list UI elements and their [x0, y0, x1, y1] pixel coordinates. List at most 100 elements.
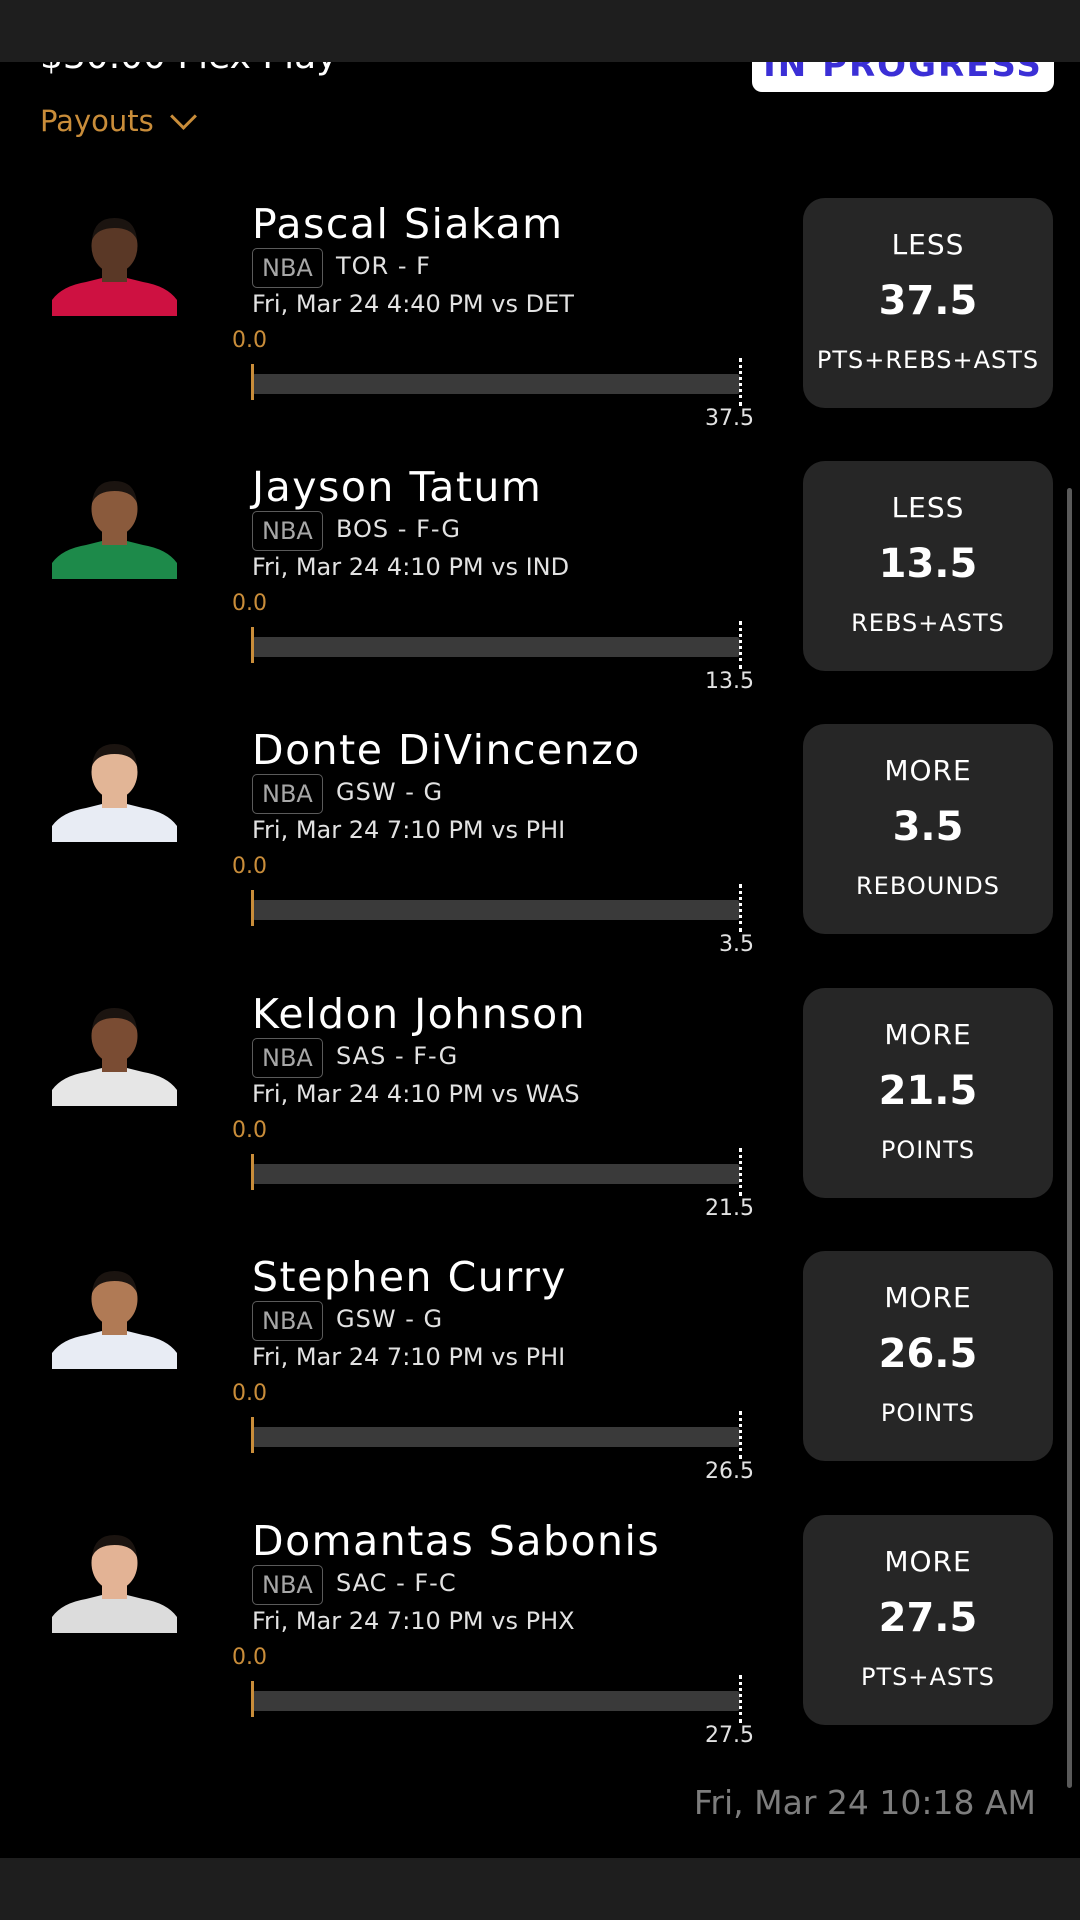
- game-time: Fri, Mar 24 7:10 PM vs PHI: [252, 1343, 566, 1371]
- player-jersey: [52, 804, 177, 842]
- team-position: GSW - G: [336, 1305, 444, 1333]
- game-time: Fri, Mar 24 4:10 PM vs WAS: [252, 1080, 580, 1108]
- player-avatar: [52, 742, 177, 842]
- player-jersey: [52, 1331, 177, 1369]
- pick-card[interactable]: MORE 3.5 REBOUNDS: [803, 724, 1053, 934]
- line-marker: [739, 1675, 742, 1723]
- league-badge: NBA: [252, 511, 323, 551]
- team-position: BOS - F-G: [336, 515, 462, 543]
- player-avatar: [52, 216, 177, 316]
- line-value-label: 3.5: [719, 932, 754, 957]
- progress-marker: [251, 890, 254, 926]
- progress-marker: [251, 1681, 254, 1717]
- pick-direction: MORE: [884, 754, 972, 787]
- league-badge: NBA: [252, 1038, 323, 1078]
- pick-stat-type: REBS+ASTS: [851, 609, 1005, 637]
- pick-card[interactable]: MORE 21.5 POINTS: [803, 988, 1053, 1198]
- league-badge: NBA: [252, 774, 323, 814]
- league-badge: NBA: [252, 248, 323, 288]
- player-jersey: [52, 278, 177, 316]
- pick-row[interactable]: Donte DiVincenzo NBA GSW - G Fri, Mar 24…: [0, 724, 1080, 987]
- player-name[interactable]: Donte DiVincenzo: [252, 726, 641, 774]
- player-name[interactable]: Stephen Curry: [252, 1253, 567, 1301]
- pick-line-value: 37.5: [878, 278, 978, 324]
- status-bar: [0, 0, 1080, 62]
- progress-bar: [252, 637, 740, 657]
- progress-marker: [251, 1154, 254, 1190]
- line-marker: [739, 1411, 742, 1459]
- pick-direction: LESS: [891, 491, 965, 524]
- current-stat-value: 0.0: [232, 1118, 267, 1143]
- game-time: Fri, Mar 24 7:10 PM vs PHX: [252, 1607, 575, 1635]
- pick-card[interactable]: MORE 26.5 POINTS: [803, 1251, 1053, 1461]
- current-stat-value: 0.0: [232, 328, 267, 353]
- progress-bar: [252, 1691, 740, 1711]
- progress-marker: [251, 364, 254, 400]
- pick-stat-type: POINTS: [880, 1136, 976, 1164]
- league-badge: NBA: [252, 1565, 323, 1605]
- pick-stat-type: REBOUNDS: [855, 872, 1000, 900]
- player-avatar: [52, 1269, 177, 1369]
- pick-row[interactable]: Keldon Johnson NBA SAS - F-G Fri, Mar 24…: [0, 988, 1080, 1251]
- current-stat-value: 0.0: [232, 1645, 267, 1670]
- scrollbar[interactable]: [1067, 488, 1072, 1788]
- pick-direction: MORE: [884, 1018, 972, 1051]
- line-marker: [739, 621, 742, 669]
- pick-row[interactable]: Domantas Sabonis NBA SAC - F-C Fri, Mar …: [0, 1515, 1080, 1778]
- line-value-label: 37.5: [705, 406, 754, 431]
- line-marker: [739, 1148, 742, 1196]
- player-jersey: [52, 1595, 177, 1633]
- pick-direction: MORE: [884, 1545, 972, 1578]
- pick-direction: LESS: [891, 228, 965, 261]
- payouts-toggle[interactable]: Payouts: [40, 102, 197, 138]
- team-position: SAS - F-G: [336, 1042, 459, 1070]
- pick-card[interactable]: MORE 27.5 PTS+ASTS: [803, 1515, 1053, 1725]
- pick-stat-type: PTS+REBS+ASTS: [816, 346, 1040, 374]
- line-value-label: 27.5: [705, 1723, 754, 1748]
- pick-line-value: 3.5: [892, 804, 964, 850]
- player-avatar: [52, 1533, 177, 1633]
- pick-row[interactable]: Stephen Curry NBA GSW - G Fri, Mar 24 7:…: [0, 1251, 1080, 1514]
- line-value-label: 21.5: [705, 1196, 754, 1221]
- player-avatar: [52, 479, 177, 579]
- last-updated-timestamp: Fri, Mar 24 10:18 AM: [693, 1783, 1036, 1822]
- game-time: Fri, Mar 24 7:10 PM vs PHI: [252, 816, 566, 844]
- player-name[interactable]: Pascal Siakam: [252, 200, 564, 248]
- pick-row[interactable]: Jayson Tatum NBA BOS - F-G Fri, Mar 24 4…: [0, 461, 1080, 724]
- game-time: Fri, Mar 24 4:10 PM vs IND: [252, 553, 570, 581]
- navigation-bar: [0, 1858, 1080, 1920]
- player-jersey: [52, 1068, 177, 1106]
- progress-marker: [251, 1417, 254, 1453]
- pick-stat-type: POINTS: [880, 1399, 976, 1427]
- pick-card[interactable]: LESS 37.5 PTS+REBS+ASTS: [803, 198, 1053, 408]
- current-stat-value: 0.0: [232, 1381, 267, 1406]
- progress-bar: [252, 900, 740, 920]
- team-position: TOR - F: [336, 252, 431, 280]
- chevron-down-icon: [169, 102, 197, 130]
- team-position: GSW - G: [336, 778, 444, 806]
- player-name[interactable]: Jayson Tatum: [252, 463, 542, 511]
- line-value-label: 13.5: [705, 669, 754, 694]
- pick-row[interactable]: Pascal Siakam NBA TOR - F Fri, Mar 24 4:…: [0, 198, 1080, 461]
- player-jersey: [52, 541, 177, 579]
- player-name[interactable]: Keldon Johnson: [252, 990, 586, 1038]
- payouts-label: Payouts: [40, 104, 154, 138]
- player-avatar: [52, 1006, 177, 1106]
- progress-bar: [252, 1164, 740, 1184]
- pick-line-value: 13.5: [878, 541, 978, 587]
- line-marker: [739, 358, 742, 406]
- current-stat-value: 0.0: [232, 591, 267, 616]
- league-badge: NBA: [252, 1301, 323, 1341]
- progress-bar: [252, 374, 740, 394]
- progress-marker: [251, 627, 254, 663]
- pick-card[interactable]: LESS 13.5 REBS+ASTS: [803, 461, 1053, 671]
- player-name[interactable]: Domantas Sabonis: [252, 1517, 660, 1565]
- progress-bar: [252, 1427, 740, 1447]
- game-time: Fri, Mar 24 4:40 PM vs DET: [252, 290, 574, 318]
- pick-line-value: 21.5: [878, 1068, 978, 1114]
- pick-stat-type: PTS+ASTS: [860, 1663, 996, 1691]
- line-marker: [739, 884, 742, 932]
- line-value-label: 26.5: [705, 1459, 754, 1484]
- pick-line-value: 26.5: [878, 1331, 978, 1377]
- pick-line-value: 27.5: [878, 1595, 978, 1641]
